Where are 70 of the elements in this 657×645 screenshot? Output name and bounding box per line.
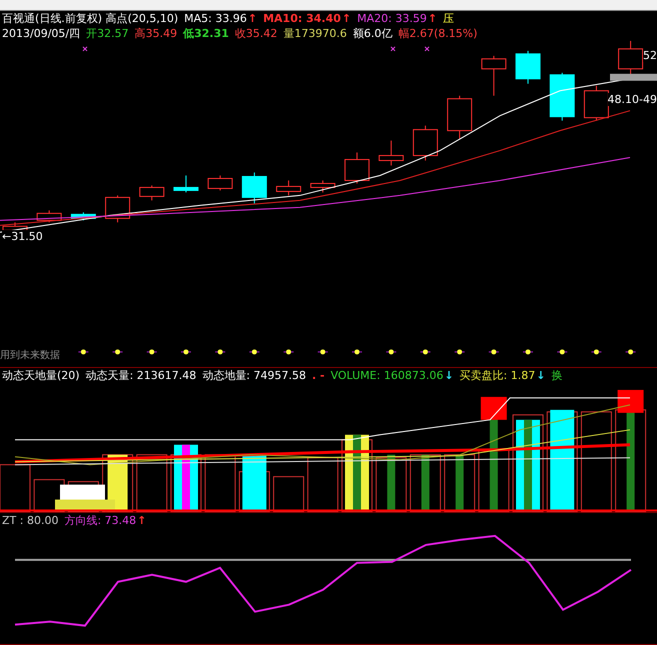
indicator-value: 动态天量: 213617.48 <box>86 368 196 383</box>
indicator-value: 量173970.6 <box>283 26 347 41</box>
indicator-value: 动态天地量(20) <box>2 368 80 383</box>
candlestick <box>550 72 575 122</box>
future-dot-icon <box>214 349 226 354</box>
cross-marker-icon <box>390 46 396 52</box>
candlestick <box>174 174 198 193</box>
indicator-value: ZT : 80.00 <box>2 514 58 528</box>
trend-arrow: ↑ <box>248 12 258 26</box>
trend-arrow: ↑ <box>342 12 352 26</box>
candlestick <box>310 180 336 193</box>
indicator-value: 压 <box>443 12 454 26</box>
cross-marker-icon <box>424 46 430 52</box>
future-dot-icon <box>454 349 466 354</box>
trend-arrow: ↓ <box>444 368 454 383</box>
candlestick <box>378 140 404 166</box>
indicator-value: VOLUME: 160873.06 <box>330 368 444 383</box>
candlestick <box>447 95 472 140</box>
indicator-value: 开32.57 <box>86 26 129 41</box>
price-label: 52 <box>643 48 657 62</box>
future-dot-icon <box>146 349 158 354</box>
future-dot-icon <box>352 349 362 354</box>
future-dot-icon <box>283 349 294 354</box>
future-dot-icon <box>522 349 534 354</box>
future-dot-icon <box>78 349 89 354</box>
future-dot-icon <box>248 349 260 354</box>
indicator-value: 低32.31 <box>183 26 229 41</box>
indicator-value: 换 <box>551 368 562 383</box>
candlestick <box>584 85 609 122</box>
candlestick <box>105 194 130 223</box>
trend-arrow: ↑ <box>137 514 146 528</box>
candlestick <box>481 55 506 96</box>
future-dot-icon <box>488 349 500 354</box>
indicator-value: 2013/09/05/四 <box>2 26 80 41</box>
candlestick <box>412 125 438 161</box>
future-dot-icon <box>112 349 124 354</box>
candlestick <box>36 210 62 223</box>
candlestick <box>276 180 302 196</box>
future-dot-icon <box>420 349 431 354</box>
indicator-value: . - <box>312 368 325 383</box>
candlestick <box>70 212 96 221</box>
candlestick <box>344 152 370 184</box>
cross-marker-icon <box>82 46 88 52</box>
future-dot-icon <box>625 349 636 354</box>
price-tag-background <box>610 74 657 81</box>
future-data-label: 用到未来数据 <box>0 348 60 362</box>
candlestick <box>139 184 164 201</box>
future-dot-icon <box>386 349 397 354</box>
indicator-value: 买卖盘比: 1.87 <box>460 368 536 383</box>
future-dot-icon <box>180 349 192 354</box>
future-dot-icon <box>556 349 568 354</box>
indicator-value: MA5: 33.96 <box>184 12 247 26</box>
price-label: 48.10-49 <box>608 92 657 106</box>
indicator-value: MA20: 33.59 <box>357 12 427 26</box>
indicator-value: 方向线: 73.48 <box>64 514 136 528</box>
candlestick <box>208 174 233 191</box>
candlestick <box>516 50 540 84</box>
indicator-value: 百视通(日线.前复权) 高点(20,5,10) <box>2 12 178 26</box>
candlestick <box>242 172 267 204</box>
trend-arrow: ↑ <box>428 12 438 26</box>
price-label: ←31.50 <box>2 230 43 243</box>
indicator-value: 动态地量: 74957.58 <box>202 368 306 383</box>
indicator-value: 额6.0亿 <box>352 26 392 41</box>
indicator-value: 收35.42 <box>234 26 278 41</box>
future-dot-icon <box>317 349 328 354</box>
indicator-value: MA10: 34.40 <box>263 12 341 26</box>
trend-arrow: ↓ <box>536 368 546 383</box>
future-dot-icon <box>590 349 602 354</box>
indicator-value: 高35.49 <box>134 26 178 41</box>
indicator-value: 幅2.67(8.15%) <box>398 26 478 41</box>
